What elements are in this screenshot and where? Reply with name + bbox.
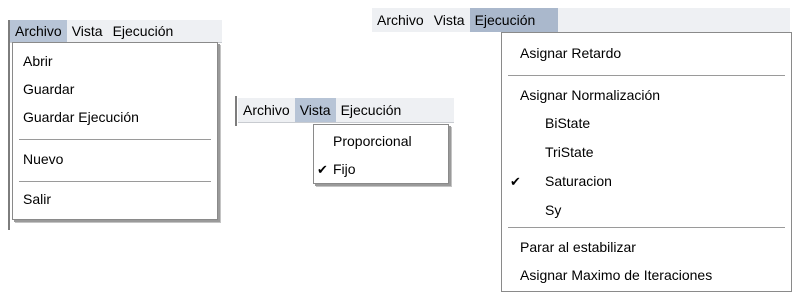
menu-ejecucion[interactable]: Ejecución [469,8,558,32]
menu-archivo[interactable]: Archivo [372,8,429,32]
separator [19,139,211,141]
menu-item-salir[interactable]: Salir [23,191,51,207]
check-icon: ✔ [317,162,328,177]
menu-vista[interactable]: Vista [67,20,108,42]
menu-archivo[interactable]: Archivo [238,98,295,122]
menu-item-tristate[interactable]: TriState [545,144,594,160]
window-edge [235,96,237,126]
menu-item-asignar-normalizacion[interactable]: Asignar Normalización [520,87,660,103]
menu-item-guardar[interactable]: Guardar [23,81,74,97]
menu-item-saturacion[interactable]: Saturacion [545,173,612,189]
menubar-3: Archivo Vista Ejecución [372,8,790,32]
separator [19,181,211,183]
menu-item-abrir[interactable]: Abrir [23,53,53,69]
menu-archivo[interactable]: Archivo [10,20,67,42]
menu-item-sy[interactable]: Sy [545,202,561,218]
separator [508,75,785,77]
menu-item-asignar-maximo-iteraciones[interactable]: Asignar Maximo de Iteraciones [520,267,712,283]
menu-vista[interactable]: Vista [429,8,470,32]
menubar-1: Archivo Vista Ejecución [10,20,222,43]
ejecucion-dropdown: Asignar Retardo Asignar Normalización Bi… [501,32,792,292]
menu-vista[interactable]: Vista [294,98,336,122]
menu-item-bistate[interactable]: BiState [545,115,590,131]
menubar-2: Archivo Vista Ejecución [238,98,454,123]
menu-item-nuevo[interactable]: Nuevo [23,151,63,167]
menu-item-fijo[interactable]: Fijo [333,161,356,177]
menu-item-asignar-retardo[interactable]: Asignar Retardo [520,45,621,61]
menu-item-proporcional[interactable]: Proporcional [333,133,412,149]
menu-ejecucion[interactable]: Ejecución [108,20,179,42]
menu-ejecucion[interactable]: Ejecución [336,98,407,122]
menu-item-parar-al-estabilizar[interactable]: Parar al estabilizar [520,239,636,255]
archivo-dropdown: Abrir Guardar Guardar Ejecución Nuevo Sa… [12,42,218,220]
menu-item-guardar-ejecucion[interactable]: Guardar Ejecución [23,109,139,125]
window-edge [8,20,10,230]
separator [508,227,785,229]
check-icon: ✔ [510,174,521,189]
vista-dropdown: Proporcional ✔ Fijo [313,124,449,184]
